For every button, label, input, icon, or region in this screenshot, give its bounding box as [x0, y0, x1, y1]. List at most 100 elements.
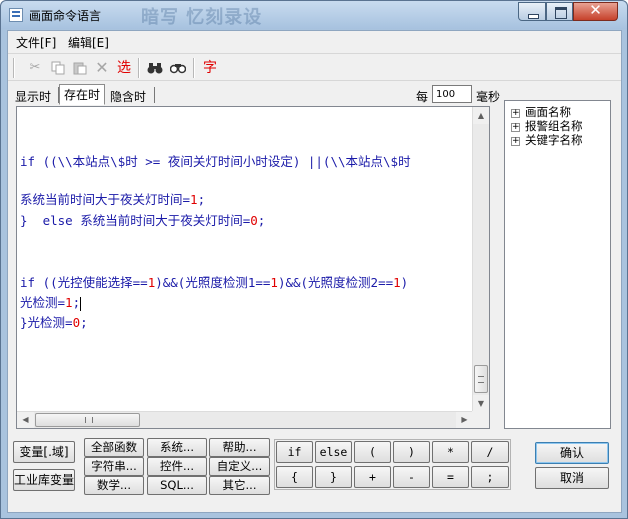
- cancel-button[interactable]: 取消: [535, 467, 609, 489]
- toolbar-separator: [138, 58, 140, 78]
- tree-item-screen-names[interactable]: + 画面名称: [511, 104, 571, 119]
- code-line: if ((光控使能选择==1)&&(光照度检测1==1)&&(光照度检测2==1…: [20, 272, 408, 290]
- editor-horizontal-scrollbar[interactable]: ◀ ▶: [17, 411, 473, 428]
- menu-edit[interactable]: 编辑[E]: [68, 34, 109, 51]
- menu-file[interactable]: 文件[F]: [16, 34, 56, 51]
- expand-plus-icon[interactable]: +: [511, 137, 520, 146]
- control-button[interactable]: 控件...: [147, 457, 207, 476]
- tab-hide[interactable]: 隐含时: [105, 86, 151, 104]
- op-equals-button[interactable]: =: [432, 466, 469, 488]
- interval-ms-input[interactable]: [432, 85, 472, 103]
- op-open-brace-button[interactable]: {: [276, 466, 313, 488]
- copy-icon: [51, 61, 65, 75]
- op-multiply-button[interactable]: *: [432, 441, 469, 463]
- variable-button[interactable]: 变量[.域]: [13, 441, 75, 463]
- horizontal-scroll-thumb[interactable]: [35, 413, 140, 427]
- code-text: if ((\\本站点\$时 >= 夜间关灯时间小时设定) ||(\\本站点\$时: [20, 154, 411, 169]
- toolbar: ✂ ✕ 选 字: [8, 53, 621, 81]
- code-text: 系统当前时间大于夜关灯时间=: [20, 192, 191, 207]
- op-if-button[interactable]: if: [276, 441, 313, 463]
- title-bar[interactable]: 画面命令语言 暗写 忆刻录设 ✕: [1, 1, 627, 29]
- code-text: )&&(光照度检测2==: [277, 275, 394, 290]
- delete-button[interactable]: ✕: [92, 59, 112, 77]
- op-close-brace-button[interactable]: }: [315, 466, 352, 488]
- op-open-paren-button[interactable]: (: [354, 441, 391, 463]
- copy-button[interactable]: [48, 59, 68, 77]
- system-button[interactable]: 系统...: [147, 438, 207, 457]
- scroll-down-arrow-icon[interactable]: ▼: [473, 395, 489, 412]
- code-text: ;: [80, 315, 88, 330]
- math-button[interactable]: 数学...: [84, 476, 144, 495]
- help-button[interactable]: 帮助...: [209, 438, 270, 457]
- op-minus-button[interactable]: -: [393, 466, 430, 488]
- scissors-icon: ✂: [29, 60, 41, 75]
- toolbar-grip[interactable]: [13, 58, 15, 78]
- tree-item-keywords[interactable]: + 关键字名称: [511, 132, 583, 147]
- code-number: 0: [72, 315, 81, 330]
- code-number: 0: [250, 213, 258, 228]
- keyword-tree: + 画面名称 + 报警组名称 + 关键字名称: [504, 100, 611, 429]
- op-divide-button[interactable]: /: [471, 441, 509, 463]
- expand-plus-icon[interactable]: +: [511, 109, 520, 118]
- code-editor[interactable]: if ((\\本站点\$时 >= 夜间关灯时间小时设定) ||(\\本站点\$时…: [16, 106, 490, 429]
- interval-every-label: 每: [416, 90, 429, 104]
- editor-vertical-scrollbar[interactable]: ▲ ▼: [472, 107, 489, 412]
- code-number: 1: [190, 192, 198, 207]
- code-text: 系统当前时间大于夜关灯时间=: [72, 213, 251, 228]
- scroll-right-arrow-icon[interactable]: ▶: [456, 412, 473, 428]
- tree-item-label: 报警组名称: [525, 119, 583, 133]
- scroll-up-arrow-icon[interactable]: ▲: [473, 107, 489, 124]
- tab-show[interactable]: 显示时: [10, 86, 56, 104]
- tree-item-alarm-groups[interactable]: + 报警组名称: [511, 118, 583, 133]
- close-icon: ✕: [589, 1, 602, 19]
- expand-plus-icon[interactable]: +: [511, 123, 520, 132]
- code-text: ;: [72, 295, 81, 310]
- tab-exist[interactable]: 存在时: [59, 84, 106, 105]
- other-button[interactable]: 其它...: [209, 476, 270, 495]
- op-semicolon-button[interactable]: ;: [471, 466, 509, 488]
- op-else-button[interactable]: else: [315, 441, 352, 463]
- code-text: ): [400, 275, 409, 290]
- binoculars-icon: [147, 63, 163, 74]
- font-button[interactable]: 字: [200, 59, 220, 77]
- code-line: if ((\\本站点\$时 >= 夜间关灯时间小时设定) ||(\\本站点\$时: [20, 151, 411, 169]
- text-cursor: [80, 296, 82, 311]
- interval-unit-label: 毫秒: [476, 90, 501, 104]
- code-number: 1: [65, 295, 73, 310]
- maximize-button[interactable]: [546, 2, 573, 21]
- toolbar-separator: [193, 58, 195, 78]
- select-button[interactable]: 选: [114, 59, 134, 77]
- scroll-left-arrow-icon[interactable]: ◀: [17, 412, 34, 428]
- paste-button[interactable]: [70, 59, 90, 77]
- replace-button[interactable]: [168, 59, 188, 77]
- industrial-lib-variable-button[interactable]: 工业库变量: [13, 469, 75, 491]
- cut-button[interactable]: ✂: [25, 59, 45, 77]
- op-plus-button[interactable]: +: [354, 466, 391, 488]
- ok-button[interactable]: 确认: [535, 442, 609, 464]
- minimize-button[interactable]: [518, 2, 546, 21]
- code-number: 1: [270, 275, 278, 290]
- find-button[interactable]: [145, 59, 165, 77]
- sql-button[interactable]: SQL...: [147, 476, 207, 495]
- code-line: }光检测=0;: [20, 312, 88, 330]
- code-text: }光检测=: [20, 315, 73, 330]
- code-text: ;: [197, 192, 206, 207]
- code-text: }: [20, 213, 43, 228]
- close-button[interactable]: ✕: [573, 1, 618, 21]
- code-text: if ((光控使能选择==: [20, 275, 148, 290]
- string-button[interactable]: 字符串...: [84, 457, 144, 476]
- code-keyword: else: [42, 213, 73, 228]
- code-line: 系统当前时间大于夜关灯时间=1;: [20, 189, 205, 207]
- code-text: ;: [257, 213, 266, 228]
- all-functions-button[interactable]: 全部函数: [84, 438, 144, 457]
- vertical-scroll-thumb[interactable]: [474, 365, 488, 393]
- code-number: 1: [393, 275, 401, 290]
- custom-button[interactable]: 自定义...: [209, 457, 270, 476]
- code-line: 光检测=1;: [20, 292, 82, 311]
- title-ghost-text: 暗写 忆刻录设: [141, 7, 263, 28]
- client-area: 文件[F] 编辑[E] ✂ ✕ 选 字 显示时 存在时 隐含时 每 100 毫秒…: [7, 30, 622, 513]
- window-title: 画面命令语言: [29, 9, 102, 23]
- app-icon: [9, 8, 23, 22]
- command-language-window: 画面命令语言 暗写 忆刻录设 ✕ 文件[F] 编辑[E] ✂ ✕ 选 字 显示时…: [0, 0, 628, 519]
- op-close-paren-button[interactable]: ): [393, 441, 430, 463]
